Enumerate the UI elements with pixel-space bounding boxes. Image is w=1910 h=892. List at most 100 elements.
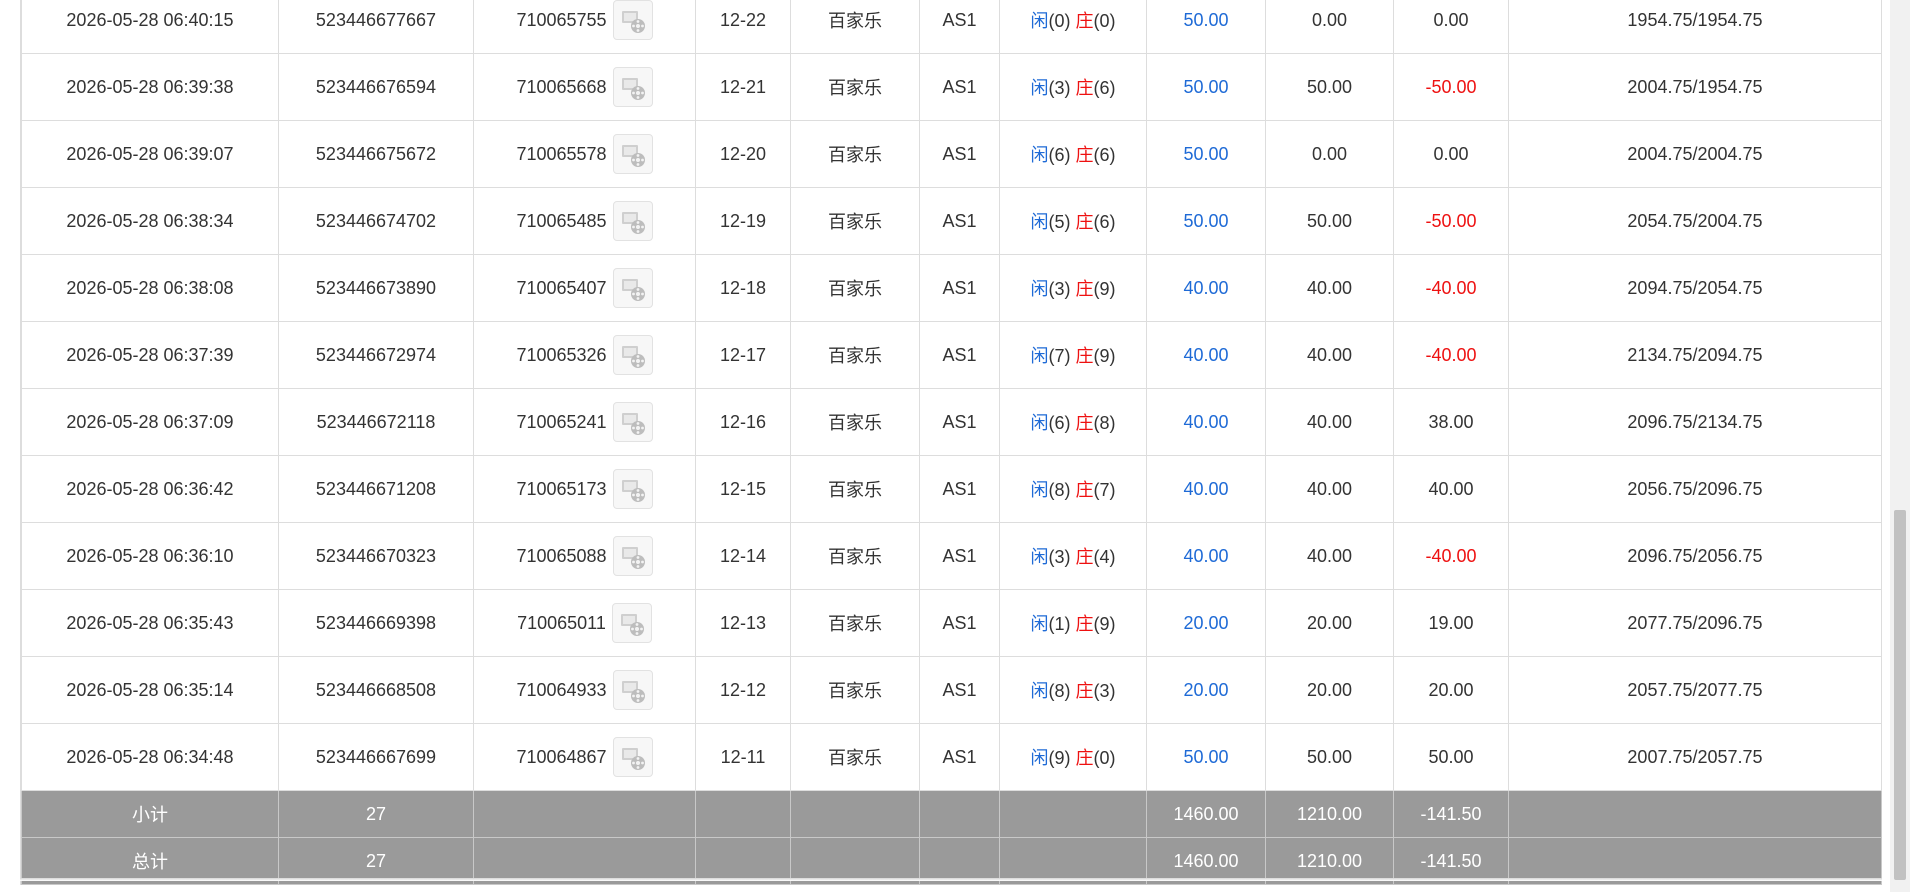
bet-time: 2026-05-28 06:36:42 <box>21 455 279 523</box>
player-points: 8 <box>1054 480 1065 500</box>
film-reel-image-icon[interactable] <box>612 402 653 442</box>
scrollbar-thumb[interactable] <box>1894 510 1906 880</box>
player-label: 闲 <box>1030 681 1049 701</box>
valid-bet: 40.00 <box>1265 254 1394 322</box>
table-row: 2026-05-28 06:40:15 523446677667 710065755… <box>21 0 1882 54</box>
player-label: 闲 <box>1030 748 1049 768</box>
film-reel-image-icon[interactable] <box>612 201 653 241</box>
bet-amount: 50.00 <box>1146 723 1266 791</box>
banker-points: 0 <box>1099 11 1110 31</box>
round-cell: 710065485 <box>473 187 696 255</box>
subtotal-win: -141.50 <box>1393 790 1509 838</box>
shoe-number: 12-18 <box>695 254 791 322</box>
game-name: 百家乐 <box>790 254 920 322</box>
win-loss: 0.00 <box>1393 0 1509 54</box>
banker-label: 庄 <box>1075 78 1094 98</box>
vertical-scrollbar[interactable] <box>1890 0 1910 892</box>
round-cell: 710065578 <box>473 120 696 188</box>
result-cell: 闲(8) 庄(3) <box>999 656 1147 724</box>
win-loss: -40.00 <box>1393 522 1509 590</box>
film-reel-image-icon[interactable] <box>612 268 653 308</box>
round-cell: 710064867 <box>473 723 696 791</box>
result-cell: 闲(3) 庄(9) <box>999 254 1147 322</box>
film-reel-image-icon[interactable] <box>611 603 652 643</box>
result-cell: 闲(0) 庄(0) <box>999 0 1147 54</box>
valid-bet: 40.00 <box>1265 388 1394 456</box>
round-number: 710065173 <box>516 478 607 499</box>
subtotal-label: 小计 <box>21 790 279 838</box>
player-label: 闲 <box>1030 480 1049 500</box>
banker-label: 庄 <box>1075 547 1094 567</box>
banker-label: 庄 <box>1075 413 1094 433</box>
table-row: 2026-05-28 06:36:10 523446670323 710065088… <box>21 522 1882 590</box>
result-cell: 闲(8) 庄(7) <box>999 455 1147 523</box>
film-reel-image-icon[interactable] <box>612 536 653 576</box>
bet-time: 2026-05-28 06:38:08 <box>21 254 279 322</box>
player-label: 闲 <box>1030 614 1049 634</box>
subtotal-count: 27 <box>278 790 474 838</box>
round-number: 710065326 <box>516 344 607 365</box>
banker-points: 6 <box>1099 78 1110 98</box>
win-loss: 20.00 <box>1393 656 1509 724</box>
game-name: 百家乐 <box>790 321 920 389</box>
film-reel-image-icon[interactable] <box>612 134 653 174</box>
round-cell: 710065407 <box>473 254 696 322</box>
film-reel-image-icon[interactable] <box>612 335 653 375</box>
player-label: 闲 <box>1030 346 1049 366</box>
banker-points: 9 <box>1099 346 1110 366</box>
game-name: 百家乐 <box>790 656 920 724</box>
film-reel-image-icon[interactable] <box>612 0 653 40</box>
round-number: 710064933 <box>516 679 607 700</box>
game-name: 百家乐 <box>790 53 920 121</box>
player-points: 5 <box>1054 212 1065 232</box>
order-number: 523446671208 <box>278 455 474 523</box>
film-reel-image-icon[interactable] <box>612 469 653 509</box>
round-number: 710065485 <box>516 210 607 231</box>
table-name: AS1 <box>919 53 1000 121</box>
bet-time: 2026-05-28 06:36:10 <box>21 522 279 590</box>
banker-points: 8 <box>1099 413 1110 433</box>
bet-time: 2026-05-28 06:37:39 <box>21 321 279 389</box>
win-loss: -50.00 <box>1393 187 1509 255</box>
player-label: 闲 <box>1030 279 1049 299</box>
valid-bet: 40.00 <box>1265 522 1394 590</box>
balance-change: 2004.75/1954.75 <box>1508 53 1882 121</box>
round-cell: 710064933 <box>473 656 696 724</box>
table-row: 2026-05-28 06:39:07 523446675672 710065578… <box>21 120 1882 188</box>
round-cell: 710065088 <box>473 522 696 590</box>
player-points: 3 <box>1054 279 1065 299</box>
bet-amount: 50.00 <box>1146 0 1266 54</box>
balance-change: 2077.75/2096.75 <box>1508 589 1882 657</box>
banker-points: 4 <box>1099 547 1110 567</box>
bet-time: 2026-05-28 06:35:14 <box>21 656 279 724</box>
film-reel-image-icon[interactable] <box>612 737 653 777</box>
player-label: 闲 <box>1030 78 1049 98</box>
balance-change: 2057.75/2077.75 <box>1508 656 1882 724</box>
film-reel-image-icon[interactable] <box>612 67 653 107</box>
round-number: 710065407 <box>516 277 607 298</box>
round-cell: 710065241 <box>473 388 696 456</box>
film-reel-image-icon[interactable] <box>612 670 653 710</box>
player-label: 闲 <box>1030 547 1049 567</box>
round-cell: 710065755 <box>473 0 696 54</box>
banker-label: 庄 <box>1075 681 1094 701</box>
table-name: AS1 <box>919 321 1000 389</box>
order-number: 523446667699 <box>278 723 474 791</box>
player-points: 3 <box>1054 547 1065 567</box>
banker-label: 庄 <box>1075 145 1094 165</box>
order-number: 523446677667 <box>278 0 474 54</box>
result-cell: 闲(6) 庄(8) <box>999 388 1147 456</box>
result-cell: 闲(9) 庄(0) <box>999 723 1147 791</box>
subtotal-bet: 1460.00 <box>1146 790 1266 838</box>
table-name: AS1 <box>919 522 1000 590</box>
bet-records-table: 2026-05-28 06:40:15 523446677667 710065755… <box>21 0 1882 885</box>
bet-amount: 50.00 <box>1146 187 1266 255</box>
round-number: 710064867 <box>516 746 607 767</box>
balance-change: 1954.75/1954.75 <box>1508 0 1882 54</box>
round-number: 710065668 <box>516 76 607 97</box>
shoe-number: 12-19 <box>695 187 791 255</box>
win-loss: 50.00 <box>1393 723 1509 791</box>
round-cell: 710065326 <box>473 321 696 389</box>
table-row: 2026-05-28 06:39:38 523446676594 710065668… <box>21 53 1882 121</box>
balance-change: 2096.75/2056.75 <box>1508 522 1882 590</box>
